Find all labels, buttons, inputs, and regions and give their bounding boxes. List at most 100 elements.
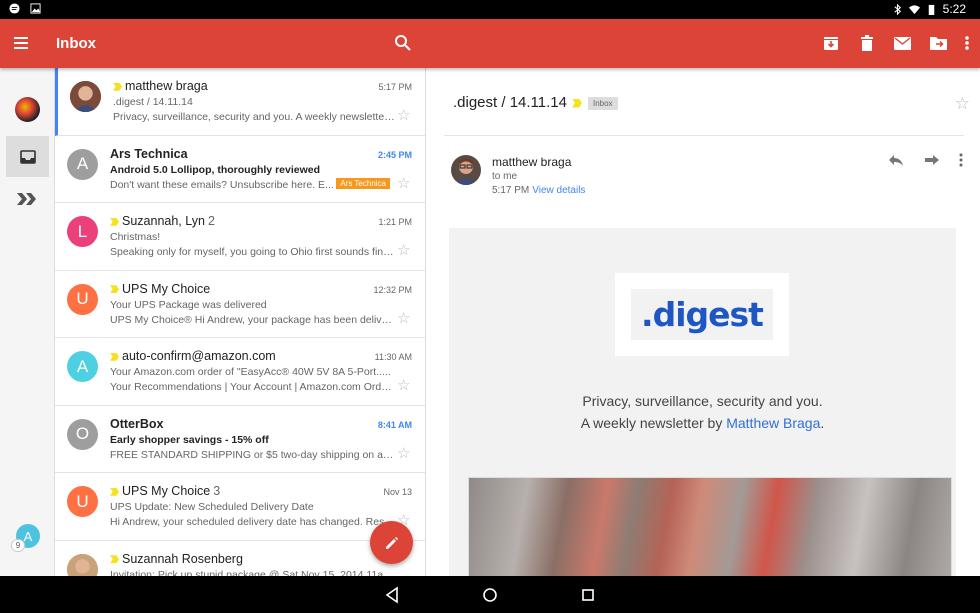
star-icon[interactable]: ☆	[397, 108, 412, 123]
back-icon[interactable]	[383, 586, 401, 604]
sender-name: UPS My Choice	[122, 484, 211, 498]
avatar-letter: A	[76, 154, 89, 173]
newsletter-image	[468, 477, 952, 576]
account-avatar[interactable]	[15, 97, 40, 122]
newsletter-tagline: Privacy, surveillance, security and you.…	[449, 390, 956, 434]
reading-pane: .digest / 14.11.14 Inbox ☆ matthew braga …	[426, 68, 980, 576]
search-icon[interactable]	[393, 33, 413, 53]
compose-button[interactable]	[370, 521, 413, 564]
more-vert-icon[interactable]	[958, 153, 964, 167]
message-time: 2:45 PM	[377, 149, 412, 160]
trash-icon	[860, 35, 873, 51]
newsletter-logo-text: .digest	[631, 289, 773, 340]
sender: Suzannah, Lyn 2	[110, 214, 215, 228]
sender-name: matthew braga	[125, 79, 208, 93]
message-row[interactable]: O OtterBox 8:41 AM Early shopper savings…	[55, 406, 425, 473]
photo-avatar-icon	[67, 553, 98, 576]
message-row[interactable]: L Suzannah, Lyn 2 1:21 PM Christmas! Spea…	[55, 203, 425, 271]
star-icon[interactable]: ☆	[397, 378, 412, 393]
bluetooth-icon	[894, 3, 901, 15]
sender-avatar: A	[67, 148, 98, 180]
sender: OtterBox	[110, 417, 163, 431]
sender-name: auto-confirm@amazon.com	[122, 349, 276, 363]
move-to-button[interactable]	[928, 32, 949, 54]
inbox-label-chip[interactable]: Inbox	[587, 96, 618, 110]
message-subject: Android 5.0 Lollipop, thoroughly reviewe…	[110, 163, 321, 176]
sender-name: matthew braga	[492, 155, 572, 169]
message-row[interactable]: U UPS My Choice 12:32 PM Your UPS Packag…	[55, 271, 425, 338]
important-marker-icon	[110, 217, 119, 226]
sender-name: Suzannah Rosenberg	[122, 551, 243, 566]
message-row[interactable]: U UPS My Choice 3 Nov 13 UPS Update: New …	[55, 473, 425, 541]
view-details-link[interactable]: View details	[532, 185, 585, 196]
star-icon[interactable]: ☆	[955, 94, 970, 114]
message-subject: UPS Update: New Scheduled Delivery Date	[110, 501, 314, 513]
message-label-chip: Ars Technica	[336, 177, 390, 189]
image-notification-icon	[30, 3, 41, 14]
message-snippet: Your Recommendations | Your Account | Am…	[110, 381, 395, 393]
inbox-icon	[19, 149, 36, 164]
important-marker-icon	[110, 555, 119, 564]
message-row[interactable]: A Ars Technica 2:45 PM Android 5.0 Lolli…	[55, 136, 425, 203]
message-snippet: FREE STANDARD SHIPPING or $5 two-day shi…	[110, 448, 395, 461]
reply-icon[interactable]	[888, 153, 904, 167]
sender: UPS My Choice 3	[110, 484, 220, 498]
star-icon[interactable]: ☆	[397, 176, 412, 191]
mark-unread-button[interactable]	[892, 32, 913, 54]
sender-avatar: U	[67, 283, 98, 315]
divider	[444, 135, 964, 136]
priority-icon[interactable]	[16, 191, 38, 207]
message-snippet: Speaking only for myself, you going to O…	[110, 246, 395, 258]
message-time: 11:30 AM	[374, 352, 412, 362]
sender-avatar	[67, 553, 98, 576]
status-bar: 5:22	[0, 0, 980, 19]
navigation-rail: A 9	[0, 68, 55, 576]
sender-avatar	[70, 81, 101, 112]
system-nav-bar	[0, 576, 980, 613]
archive-icon	[823, 37, 838, 50]
message-time: 1:21 PM	[378, 217, 412, 227]
recents-icon[interactable]	[579, 586, 597, 604]
message-subject: .digest / 14.11.14	[113, 96, 193, 108]
thread-count: 3	[213, 484, 221, 498]
message-subject: Early shopper savings - 15% off	[110, 433, 269, 446]
sender-name: OtterBox	[110, 416, 164, 431]
forward-icon[interactable]	[924, 153, 940, 167]
avatar-letter: L	[77, 221, 88, 241]
photo-avatar-icon	[70, 81, 101, 112]
sender: Suzannah Rosenberg	[110, 552, 243, 566]
notification-icon	[9, 3, 20, 14]
important-marker-icon[interactable]	[571, 98, 582, 108]
pencil-icon	[385, 536, 398, 549]
delete-button[interactable]	[856, 32, 877, 54]
sender-avatar: L	[67, 216, 98, 247]
sender-avatar: U	[67, 486, 98, 517]
message-row[interactable]: matthew braga 5:17 PM .digest / 14.11.14…	[55, 68, 425, 136]
avatar-letter: O	[75, 424, 90, 443]
recipient-line: to me	[492, 171, 518, 182]
overflow-menu-button[interactable]	[964, 32, 970, 54]
important-marker-icon	[113, 82, 122, 91]
email-subject-text: .digest / 14.11.14	[453, 94, 567, 111]
rail-item-inbox[interactable]	[6, 136, 49, 177]
message-row[interactable]: A auto-confirm@amazon.com 11:30 AM Your …	[55, 338, 425, 406]
menu-icon[interactable]	[12, 34, 32, 52]
page-title: Inbox	[56, 35, 96, 52]
message-subject: Your Amazon.com order of "EasyAcc® 40W 5…	[110, 366, 391, 378]
author-link[interactable]: Matthew Braga	[726, 415, 820, 431]
message-snippet: UPS My Choice® Hi Andrew, your package h…	[110, 313, 395, 326]
clock: 5:22	[942, 2, 966, 16]
archive-button[interactable]	[820, 32, 841, 54]
mail-icon	[894, 36, 911, 50]
message-time: 8:41 AM	[377, 419, 412, 430]
important-marker-icon	[110, 352, 119, 361]
sender-name: Suzannah, Lyn	[122, 214, 205, 228]
avatar-letter: A	[76, 356, 89, 376]
more-vert-icon	[965, 36, 969, 50]
star-icon[interactable]: ☆	[397, 311, 412, 326]
message-subject: Christmas!	[110, 231, 161, 243]
star-icon[interactable]: ☆	[397, 446, 412, 461]
sender: UPS My Choice	[110, 282, 210, 296]
home-icon[interactable]	[481, 586, 499, 604]
star-icon[interactable]: ☆	[397, 243, 412, 258]
